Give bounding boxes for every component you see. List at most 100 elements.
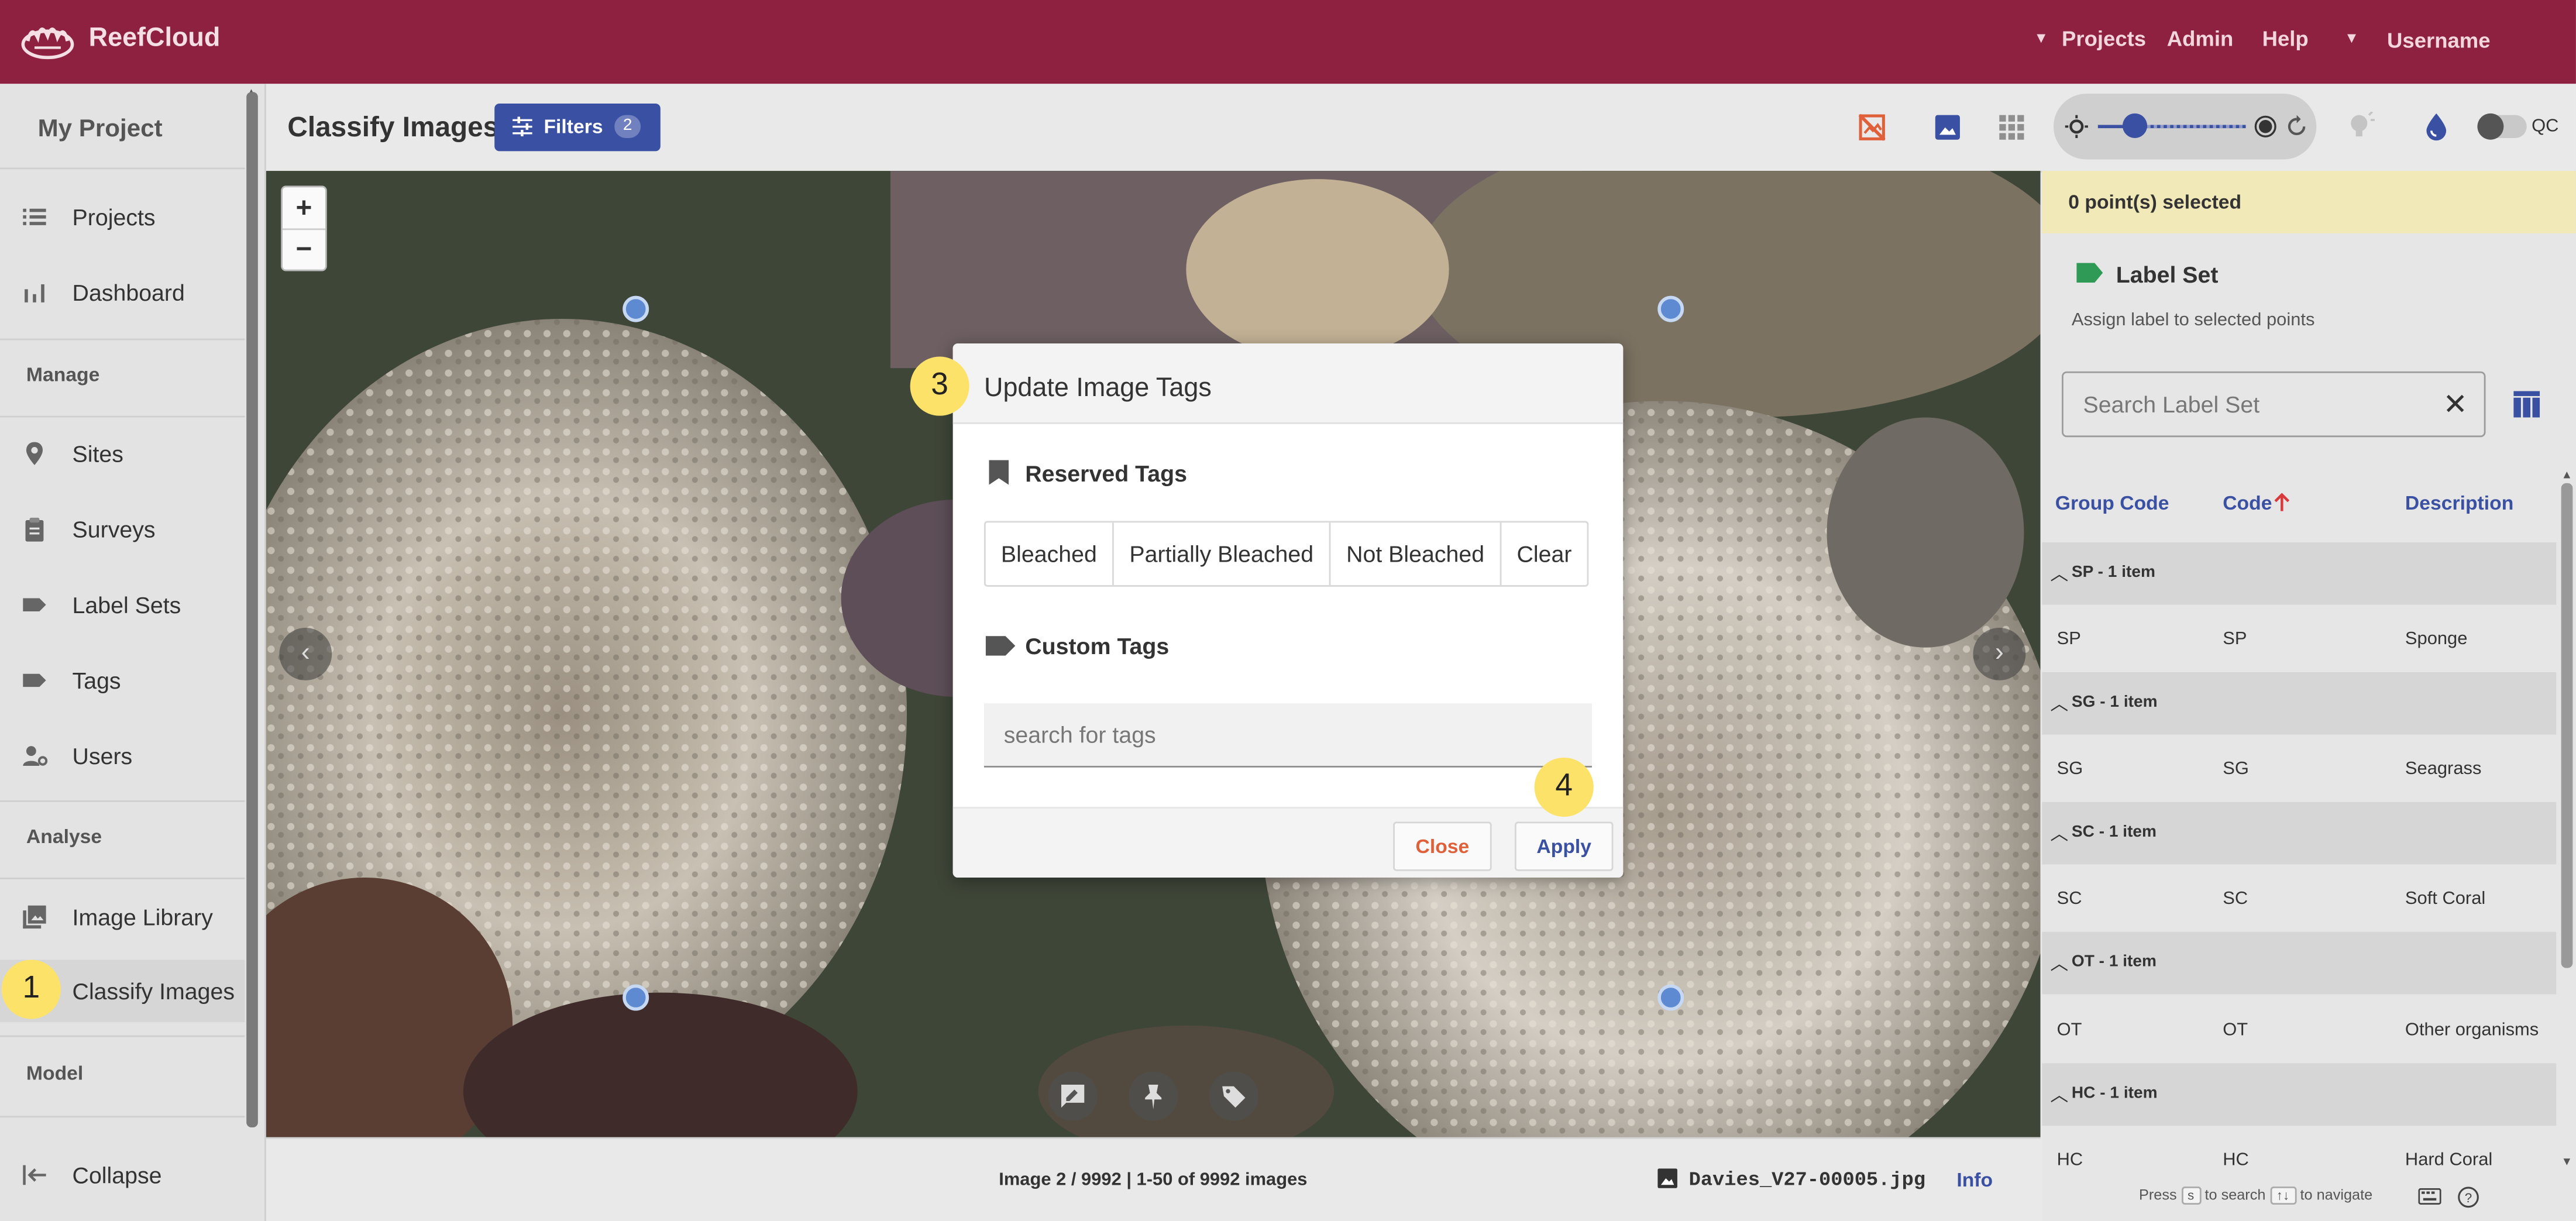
table-cell-group-code[interactable]: HC	[2057, 1150, 2083, 1170]
tag-not-bleached-button[interactable]: Not Bleached	[1330, 522, 1502, 586]
sidebar-item-surveys[interactable]: Surveys	[0, 498, 245, 560]
location-pin-icon	[26, 442, 43, 465]
brightness-low-icon[interactable]	[2065, 115, 2088, 138]
filters-button[interactable]: Filters 2	[494, 103, 661, 152]
group-header-label: HC - 1 item	[2071, 1084, 2158, 1103]
keyboard-icon[interactable]	[2418, 1188, 2441, 1205]
sort-ascending-arrow-icon[interactable]	[2274, 493, 2290, 513]
clear-search-close-icon[interactable]: ✕	[2443, 388, 2467, 422]
user-dropdown-caret-icon[interactable]: ▼	[2344, 30, 2359, 46]
group-header-row[interactable]: ︿ HC - 1 item	[2042, 1063, 2557, 1126]
tag-tool-button[interactable]	[1209, 1071, 1258, 1121]
table-cell-description[interactable]: Soft Coral	[2405, 889, 2485, 909]
step-marker-3: 3	[910, 356, 969, 416]
table-cell-code[interactable]: SG	[2223, 759, 2249, 779]
sidebar-scrollbar[interactable]	[246, 92, 258, 1127]
label-icon	[23, 598, 46, 611]
table-scroll-up-icon[interactable]: ▲	[2561, 470, 2572, 481]
info-link[interactable]: Info	[1956, 1168, 1993, 1191]
table-cell-group-code[interactable]: SC	[2057, 889, 2082, 909]
comment-tool-button[interactable]	[1048, 1071, 1098, 1121]
table-cell-group-code[interactable]: SP	[2057, 630, 2081, 649]
table-scroll-down-icon[interactable]: ▼	[2561, 1157, 2572, 1169]
table-scrollbar[interactable]	[2561, 483, 2573, 968]
column-header-description[interactable]: Description	[2405, 491, 2513, 514]
close-button[interactable]: Close	[1393, 821, 1492, 871]
label-set-title: Label Set	[2116, 261, 2219, 288]
tune-icon	[513, 116, 532, 137]
brightness-slider-knob[interactable]	[2122, 113, 2148, 138]
sidebar-item-label: Projects	[72, 204, 156, 231]
tag-clear-button[interactable]: Clear	[1502, 522, 1587, 585]
group-header-row[interactable]: ︿ SC - 1 item	[2042, 802, 2557, 865]
previous-image-chevron-left-icon[interactable]: ‹	[279, 628, 332, 680]
water-drop-icon[interactable]	[2423, 112, 2450, 142]
table-cell-description[interactable]: Seagrass	[2405, 759, 2482, 779]
table-cell-code[interactable]: SC	[2223, 889, 2248, 909]
table-cell-group-code[interactable]: SG	[2057, 759, 2083, 779]
projects-dropdown-caret-icon[interactable]: ▼	[2034, 30, 2048, 46]
chevron-up-icon: ︿	[2050, 695, 2069, 715]
sidebar-collapse-button[interactable]: Collapse	[0, 1144, 245, 1206]
image-count-status: Image 2 / 9992 | 1-50 of 9992 images	[999, 1170, 1308, 1190]
next-image-chevron-right-icon[interactable]: ›	[1973, 628, 2026, 680]
sidebar-item-label-sets[interactable]: Label Sets	[0, 573, 245, 636]
label-set-subtitle: Assign label to selected points	[2071, 310, 2315, 331]
annotation-point[interactable]	[622, 984, 649, 1011]
label-set-search-input[interactable]	[2063, 373, 2448, 436]
table-cell-code[interactable]: HC	[2223, 1150, 2249, 1170]
nav-help-link[interactable]: Help	[2262, 26, 2309, 51]
table-columns-icon[interactable]	[2513, 391, 2540, 418]
user-menu[interactable]: Username	[2387, 28, 2491, 53]
sidebar-item-label: Users	[72, 742, 133, 769]
sidebar-item-sites[interactable]: Sites	[0, 422, 245, 485]
group-header-label: SG - 1 item	[2071, 693, 2158, 712]
image-filename: Davies_V27-00005.jpg	[1688, 1168, 1926, 1192]
sidebar-item-image-library[interactable]: Image Library	[0, 886, 245, 948]
sidebar-item-tags[interactable]: Tags	[0, 649, 245, 712]
zoom-in-button[interactable]: +	[282, 187, 325, 231]
section-title-manage: Manage	[26, 363, 100, 387]
app-name[interactable]: ReefCloud	[89, 25, 221, 54]
tag-partially-bleached-button[interactable]: Partially Bleached	[1114, 522, 1331, 586]
column-header-code[interactable]: Code	[2223, 491, 2272, 514]
nav-admin-link[interactable]: Admin	[2167, 26, 2234, 51]
hide-image-icon[interactable]	[1858, 113, 1886, 142]
table-cell-code[interactable]: OT	[2223, 1020, 2248, 1040]
zoom-out-button[interactable]: −	[283, 228, 325, 269]
qc-toggle-knob[interactable]	[2477, 113, 2504, 140]
nav-projects-link[interactable]: Projects	[2062, 26, 2146, 51]
pin-tool-button[interactable]	[1129, 1071, 1178, 1121]
reset-icon[interactable]	[2285, 115, 2308, 138]
help-circle-icon[interactable]: ?	[2458, 1186, 2479, 1208]
annotation-point[interactable]	[1657, 984, 1684, 1011]
table-cell-code[interactable]: SP	[2223, 630, 2247, 649]
custom-tags-search-input[interactable]	[983, 703, 1592, 766]
column-header-group-code[interactable]: Group Code	[2055, 491, 2169, 514]
page-title: Classify Images	[287, 112, 499, 143]
annotation-point[interactable]	[1657, 295, 1684, 322]
grid-view-icon[interactable]	[1998, 113, 2026, 142]
group-header-row[interactable]: ︿ SP - 1 item	[2042, 542, 2557, 605]
table-cell-group-code[interactable]: OT	[2057, 1020, 2082, 1040]
tag-bleached-button[interactable]: Bleached	[986, 522, 1114, 586]
list-icon	[23, 208, 46, 225]
brightness-high-icon[interactable]	[2254, 115, 2277, 138]
image-view-icon[interactable]	[1934, 113, 1962, 142]
table-cell-description[interactable]: Hard Coral	[2405, 1150, 2492, 1170]
sidebar-item-dashboard[interactable]: Dashboard	[0, 262, 245, 324]
sidebar-item-label: Label Sets	[72, 591, 181, 618]
sidebar-item-projects[interactable]: Projects	[0, 185, 245, 248]
tag-icon	[1222, 1086, 1246, 1108]
annotation-point[interactable]	[622, 295, 649, 322]
table-cell-description[interactable]: Sponge	[2405, 630, 2468, 649]
sidebar-item-users[interactable]: Users	[0, 725, 245, 787]
reefcloud-logo-icon[interactable]	[18, 18, 77, 61]
group-header-row[interactable]: ︿ SG - 1 item	[2042, 672, 2557, 735]
hint-to-navigate: to navigate	[2300, 1186, 2373, 1203]
qc-label: QC	[2532, 116, 2559, 137]
table-cell-description[interactable]: Other organisms	[2405, 1020, 2539, 1040]
apply-button[interactable]: Apply	[1514, 821, 1614, 871]
lightbulb-icon[interactable]	[2346, 112, 2376, 142]
group-header-row[interactable]: ︿ OT - 1 item	[2042, 931, 2557, 995]
